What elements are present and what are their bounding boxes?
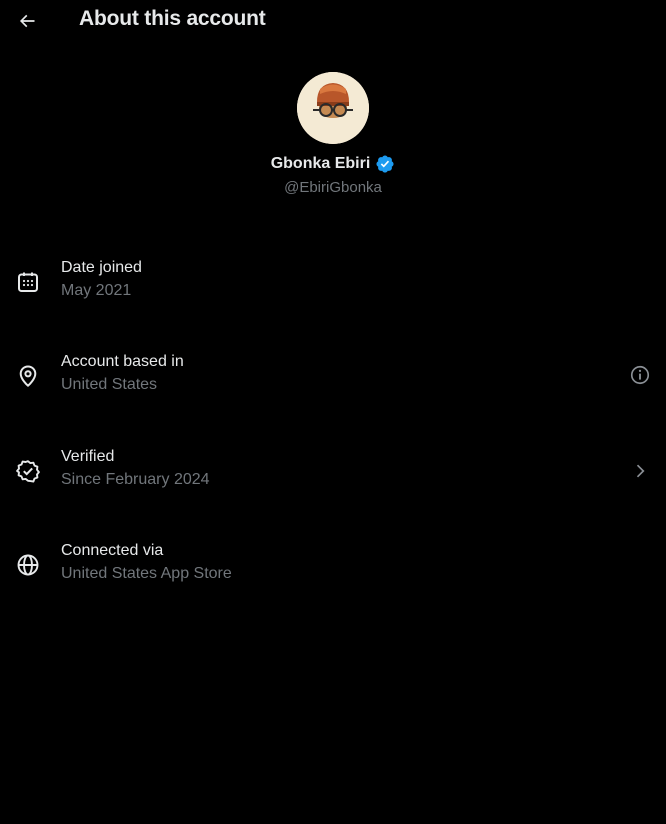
info-button[interactable] — [628, 363, 652, 387]
row-title: Verified — [61, 448, 115, 465]
chevron-right-icon — [636, 464, 645, 478]
row-connected-via: Connected via United States App Store — [0, 542, 666, 602]
name-row: Gbonka Ebiri — [0, 154, 666, 174]
row-title: Connected via — [61, 542, 164, 559]
row-account-based-in: Account based in United States — [0, 353, 666, 413]
location-pin-icon — [19, 365, 37, 387]
row-date-joined: Date joined May 2021 — [0, 259, 666, 319]
verified-check-icon — [16, 460, 40, 483]
verified-badge-icon — [376, 155, 394, 173]
avatar[interactable] — [297, 72, 369, 144]
row-subtitle: May 2021 — [61, 282, 132, 299]
row-verified[interactable]: Verified Since February 2024 — [0, 448, 666, 508]
row-subtitle: United States — [61, 376, 158, 393]
row-title: Date joined — [61, 259, 142, 276]
arrow-left-icon — [19, 14, 35, 28]
info-icon — [630, 365, 650, 385]
header-bar: About this account — [0, 0, 666, 42]
row-subtitle: United States App Store — [61, 565, 232, 582]
display-name: Gbonka Ebiri — [270, 155, 371, 172]
row-title: Account based in — [61, 353, 184, 370]
page-title: About this account — [79, 7, 266, 30]
back-button[interactable] — [12, 6, 42, 36]
profile-summary: Gbonka Ebiri @EbiriGbonka — [0, 72, 666, 196]
verified-detail-button[interactable] — [628, 459, 652, 483]
globe-icon — [17, 554, 39, 576]
row-subtitle: Since February 2024 — [61, 471, 210, 488]
cartoon-avatar-with-glasses — [297, 72, 369, 144]
calendar-icon — [18, 272, 38, 292]
user-handle: @EbiriGbonka — [284, 179, 382, 196]
